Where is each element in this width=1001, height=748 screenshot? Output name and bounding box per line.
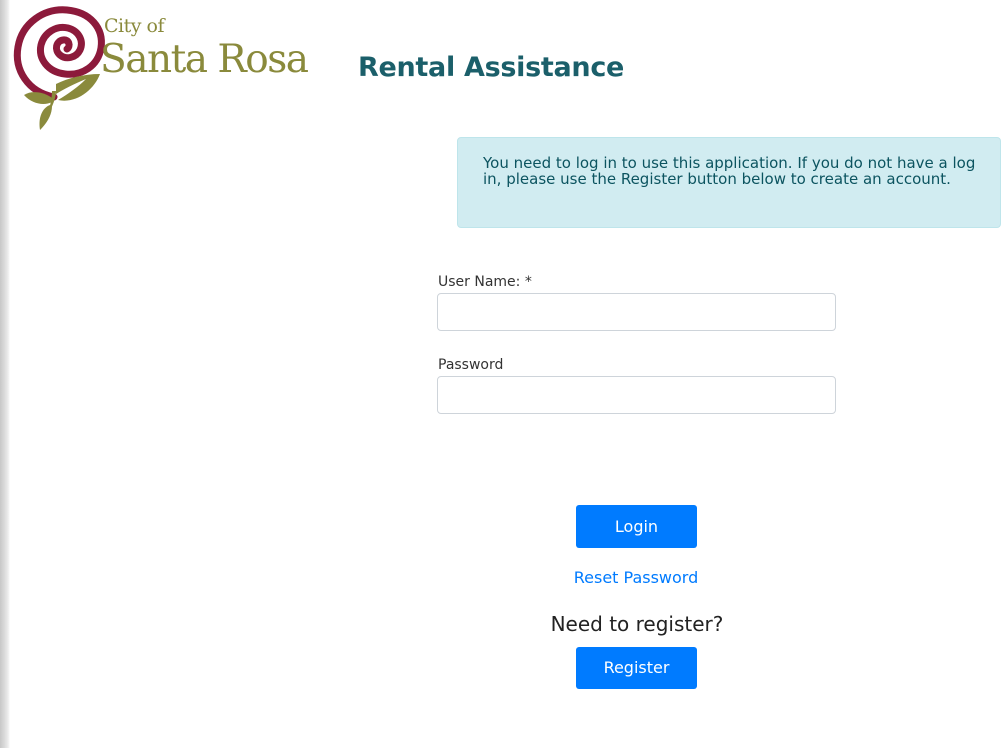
logo-city-of-text: City of <box>104 15 165 37</box>
password-input[interactable] <box>437 376 836 414</box>
username-label: User Name: * <box>438 274 532 290</box>
page-title: Rental Assistance <box>358 52 625 83</box>
register-button[interactable]: Register <box>576 647 697 689</box>
password-label: Password <box>438 357 504 373</box>
login-button[interactable]: Login <box>576 505 697 548</box>
login-info-alert: You need to log in to use this applicati… <box>457 137 1001 228</box>
city-logo: City of Santa Rosa <box>10 4 330 130</box>
logo-santa-rosa-text: Santa Rosa <box>100 37 309 82</box>
username-input[interactable] <box>437 293 836 331</box>
register-heading: Need to register? <box>550 612 724 636</box>
reset-password-link[interactable]: Reset Password <box>0 567 1001 589</box>
